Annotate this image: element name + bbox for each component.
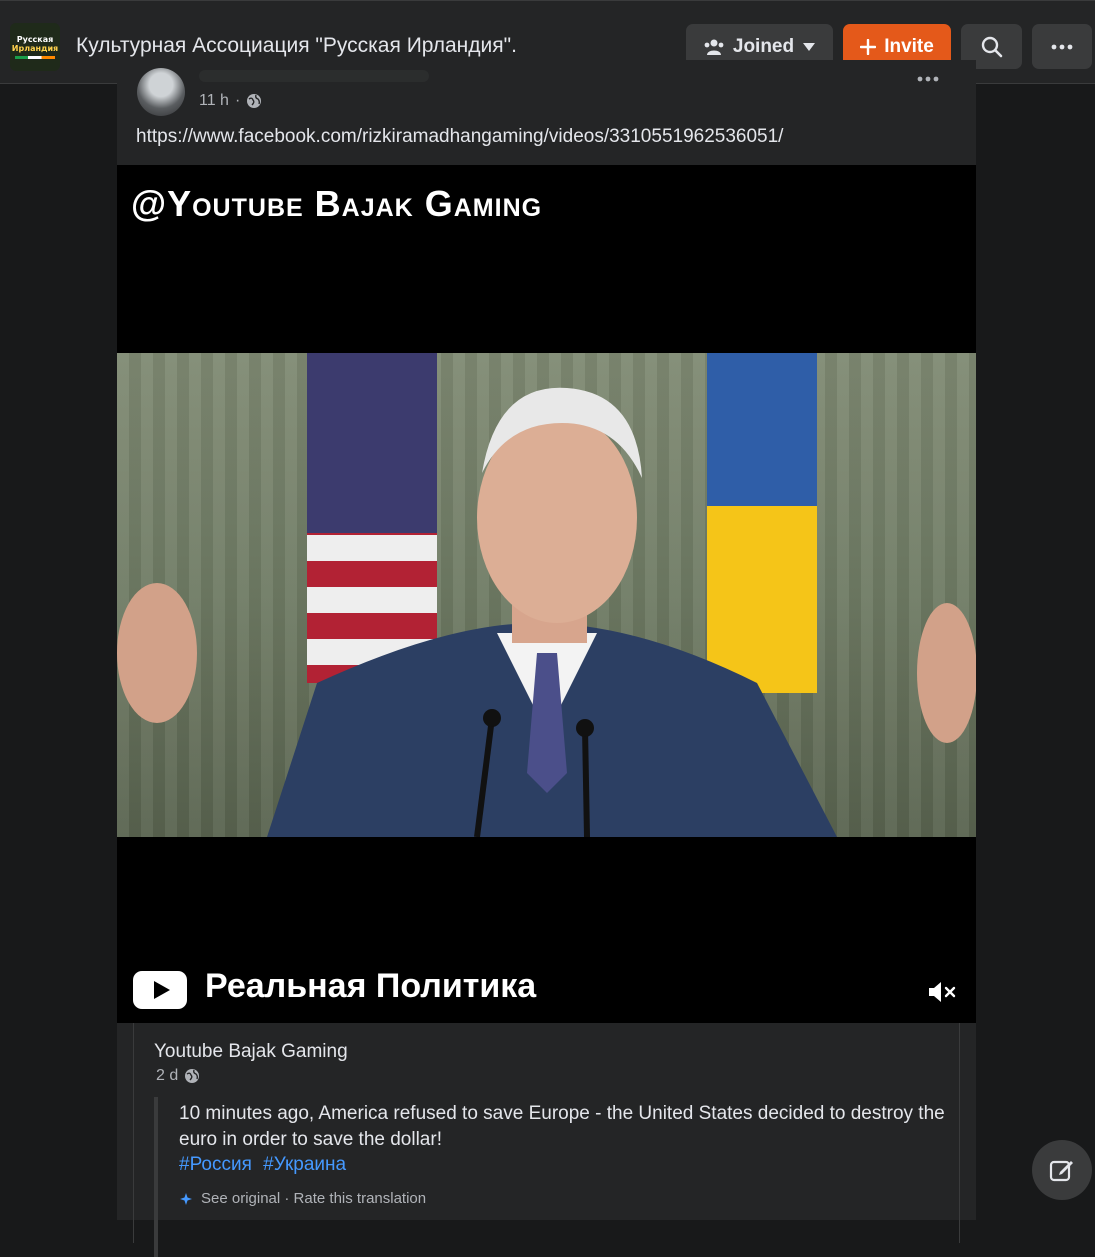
shared-meta: 2 d [156, 1067, 200, 1085]
post-more-button[interactable] [917, 76, 939, 82]
video-caption: Реальная Политика [205, 967, 537, 1005]
post-timestamp[interactable]: 11 h [199, 92, 229, 110]
group-logo[interactable]: Русская Ирландия [10, 23, 60, 71]
video-watermark: @Youtube Bajak Gaming [131, 183, 543, 224]
quote-bar [154, 1097, 158, 1257]
author-name-obscured [199, 70, 429, 82]
meta-dot: · [234, 92, 241, 109]
invite-label: Invite [884, 35, 934, 57]
search-icon [981, 36, 1002, 57]
more-horizontal-icon [1051, 44, 1073, 49]
people-icon [704, 39, 724, 55]
group-title[interactable]: Культурная Ассоциация "Русская Ирландия"… [76, 34, 517, 58]
translation-label[interactable]: See original · Rate this translation [201, 1190, 426, 1207]
compose-icon [1049, 1160, 1073, 1182]
post-meta: 11 h · [199, 92, 262, 110]
translation-links[interactable]: See original · Rate this translation [179, 1190, 426, 1207]
caret-down-icon [803, 42, 816, 51]
compose-button[interactable] [1032, 1140, 1092, 1200]
shared-timestamp[interactable]: 2 d [156, 1067, 178, 1085]
globe-icon [247, 94, 262, 108]
speaker-figure [117, 387, 976, 837]
globe-icon [185, 1069, 200, 1083]
shared-post[interactable]: Youtube Bajak Gaming 2 d 10 minutes ago,… [133, 1023, 960, 1257]
post-card: 11 h · https://www.facebook.com/rizkiram… [117, 60, 976, 1257]
post-link[interactable]: https://www.facebook.com/rizkiramadhanga… [136, 126, 783, 148]
group-more-button[interactable] [1032, 24, 1092, 69]
muted-speaker-icon[interactable] [927, 979, 957, 1005]
video-frame [117, 353, 976, 837]
author-avatar[interactable] [137, 68, 185, 116]
hashtag-link[interactable]: #Россия [179, 1154, 252, 1175]
more-horizontal-icon [917, 76, 939, 82]
joined-label: Joined [732, 35, 795, 57]
shared-text: 10 minutes ago, America refused to save … [179, 1103, 945, 1150]
shared-author[interactable]: Youtube Bajak Gaming [154, 1041, 348, 1063]
group-logo-stripe [15, 56, 55, 59]
plus-icon [860, 38, 877, 55]
video-player[interactable]: @Youtube Bajak Gaming Реальная Политика [117, 165, 976, 1023]
translate-icon [180, 1192, 192, 1205]
hashtag-link[interactable]: #Украина [263, 1154, 346, 1175]
group-logo-line2: Ирландия [11, 44, 59, 53]
youtube-icon [133, 971, 187, 1009]
hashtags: #Россия #Украина [179, 1154, 352, 1176]
group-logo-line1: Русская [16, 35, 54, 44]
